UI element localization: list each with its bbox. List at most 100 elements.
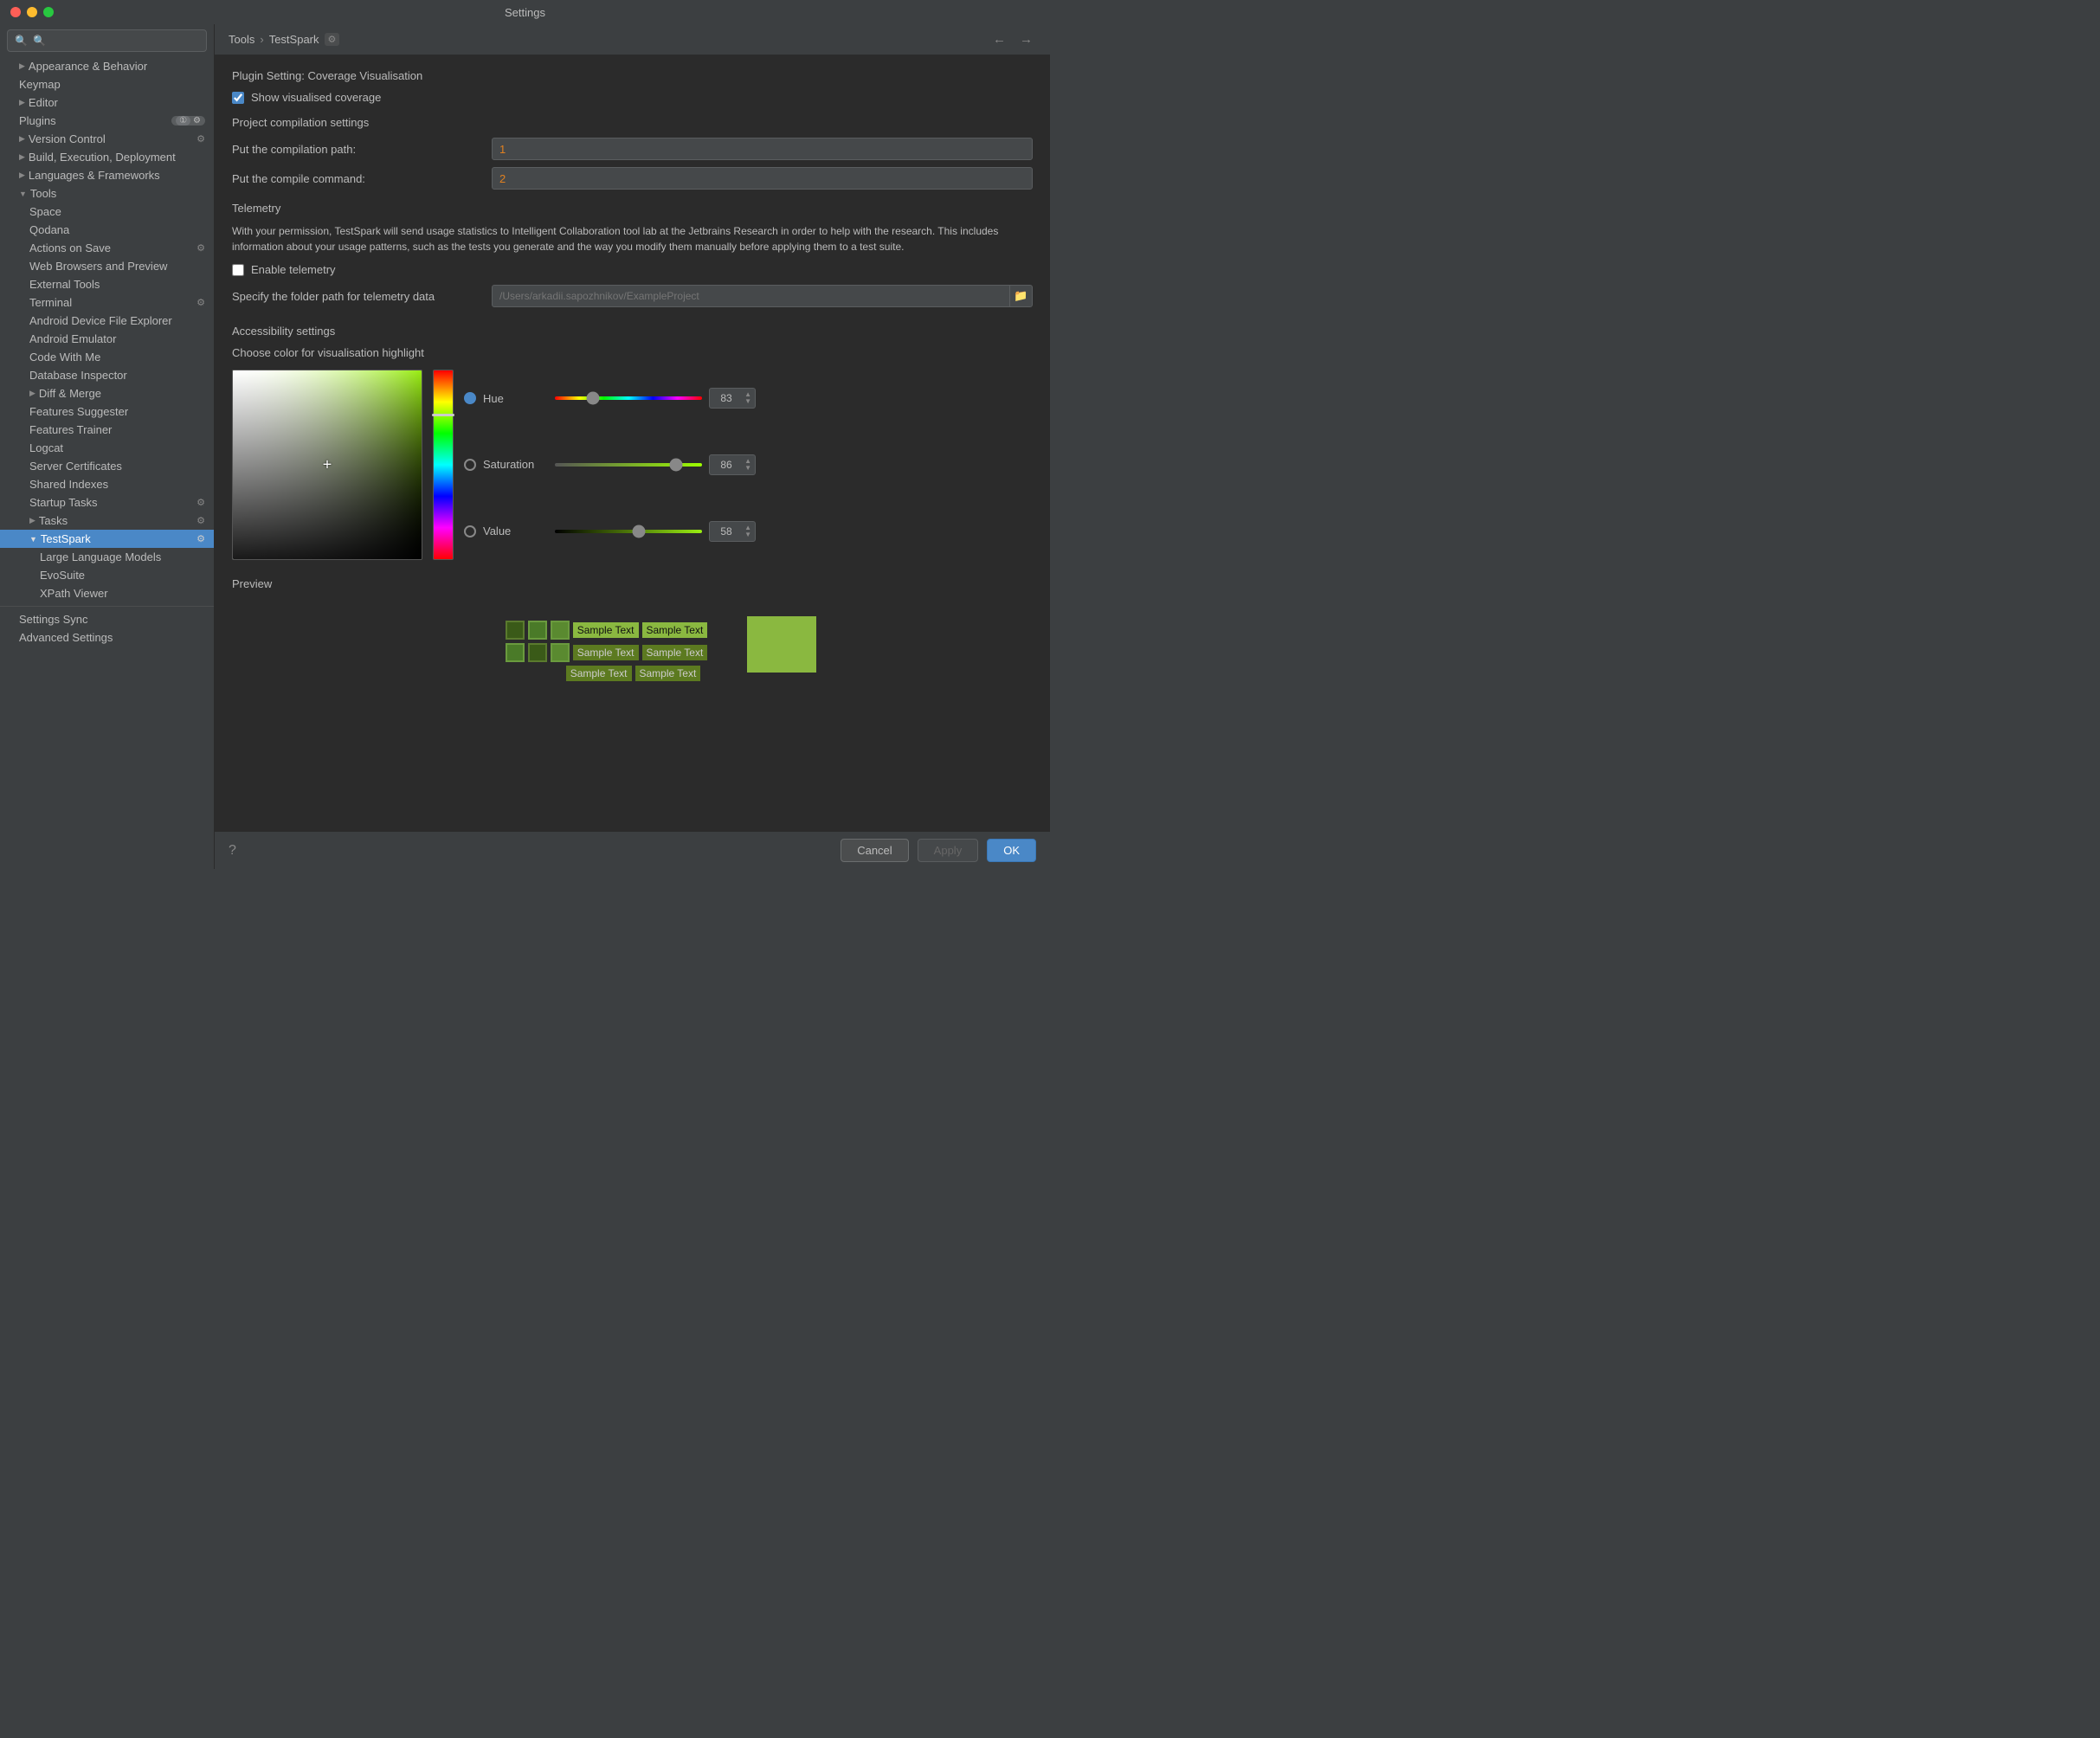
compile-command-row: Put the compile command: — [232, 167, 1033, 190]
hue-radio[interactable] — [464, 392, 476, 404]
help-button[interactable]: ? — [229, 843, 236, 859]
sidebar-item-llm[interactable]: Large Language Models — [0, 548, 214, 566]
collapse-arrow: ▶ — [19, 98, 25, 107]
value-slider[interactable] — [555, 530, 702, 533]
apply-button[interactable]: Apply — [918, 839, 979, 862]
sidebar-item-advanced-settings[interactable]: Advanced Settings — [0, 628, 214, 647]
preview-label: Preview — [232, 577, 1033, 590]
close-button[interactable] — [10, 7, 21, 17]
sidebar-item-plugins[interactable]: Plugins ① ⚙ — [0, 112, 214, 130]
sidebar-item-languages[interactable]: ▶ Languages & Frameworks — [0, 166, 214, 184]
cancel-button[interactable]: Cancel — [841, 839, 908, 862]
sidebar-item-label: Languages & Frameworks — [29, 169, 205, 182]
sidebar-item-external-tools[interactable]: External Tools — [0, 275, 214, 293]
value-down-arrow[interactable]: ▼ — [744, 531, 751, 538]
collapse-arrow: ▶ — [19, 152, 25, 162]
ok-button[interactable]: OK — [987, 839, 1036, 862]
collapse-arrow: ▶ — [19, 171, 25, 180]
hue-value-input[interactable]: 83 — [713, 392, 739, 404]
minimize-button[interactable] — [27, 7, 37, 17]
sidebar-item-web-browsers[interactable]: Web Browsers and Preview — [0, 257, 214, 275]
compile-command-input[interactable] — [492, 167, 1033, 190]
sidebar-item-label: Large Language Models — [40, 550, 205, 563]
enable-telemetry-label[interactable]: Enable telemetry — [251, 263, 336, 276]
sidebar-item-actions-on-save[interactable]: Actions on Save ⚙ — [0, 239, 214, 257]
sidebar-item-editor[interactable]: ▶ Editor — [0, 93, 214, 112]
search-input[interactable] — [33, 35, 199, 47]
hue-slider[interactable] — [555, 396, 702, 400]
sidebar-item-appearance[interactable]: ▶ Appearance & Behavior — [0, 57, 214, 75]
compile-command-label: Put the compile command: — [232, 172, 483, 185]
back-button[interactable]: ← — [989, 30, 1009, 48]
compilation-path-input[interactable] — [492, 138, 1033, 160]
search-icon: 🔍 — [15, 35, 28, 47]
sidebar-item-features-trainer[interactable]: Features Trainer — [0, 421, 214, 439]
sidebar-item-label: Keymap — [19, 78, 205, 91]
breadcrumb-parent[interactable]: Tools — [229, 33, 254, 46]
maximize-button[interactable] — [43, 7, 54, 17]
coverage-box — [528, 621, 547, 640]
show-coverage-label[interactable]: Show visualised coverage — [251, 91, 381, 104]
sidebar-item-label: Appearance & Behavior — [29, 60, 205, 73]
sidebar-item-server-certs[interactable]: Server Certificates — [0, 457, 214, 475]
hue-spinbox[interactable]: 83 ▲ ▼ — [709, 388, 756, 409]
window-controls[interactable] — [10, 7, 54, 17]
value-spinbox[interactable]: 58 ▲ ▼ — [709, 521, 756, 542]
show-coverage-checkbox[interactable] — [232, 92, 244, 104]
sidebar-item-code-with-me[interactable]: Code With Me — [0, 348, 214, 366]
sidebar-item-build[interactable]: ▶ Build, Execution, Deployment — [0, 148, 214, 166]
preview-code: Sample Text Sample Text Sample Text Samp… — [506, 621, 708, 681]
preview-area: Sample Text Sample Text Sample Text Samp… — [232, 599, 1033, 703]
sidebar: 🔍 ▶ Appearance & Behavior Keymap ▶ Edito… — [0, 24, 215, 869]
sidebar-item-vcs[interactable]: ▶ Version Control ⚙ — [0, 130, 214, 148]
saturation-value-input[interactable]: 86 — [713, 459, 739, 471]
coverage-box — [551, 643, 570, 662]
sidebar-item-shared-indexes[interactable]: Shared Indexes — [0, 475, 214, 493]
sidebar-item-features-suggester[interactable]: Features Suggester — [0, 402, 214, 421]
enable-telemetry-checkbox[interactable] — [232, 264, 244, 276]
plugin-count: ① — [176, 116, 190, 126]
telemetry-folder-input[interactable] — [493, 286, 1009, 306]
breadcrumb: Tools › TestSpark ⚙ — [229, 33, 339, 46]
sidebar-item-xpath-viewer[interactable]: XPath Viewer — [0, 584, 214, 602]
sidebar-item-tools[interactable]: ▼ Tools — [0, 184, 214, 203]
sidebar-item-label: Web Browsers and Preview — [29, 260, 205, 273]
saturation-radio[interactable] — [464, 459, 476, 471]
saturation-down-arrow[interactable]: ▼ — [744, 465, 751, 472]
sidebar-item-qodana[interactable]: Qodana — [0, 221, 214, 239]
sidebar-item-evosuite[interactable]: EvoSuite — [0, 566, 214, 584]
sidebar-item-label: Editor — [29, 96, 205, 109]
sidebar-item-keymap[interactable]: Keymap — [0, 75, 214, 93]
preview-row-1: Sample Text Sample Text — [506, 621, 708, 640]
hue-slider-row: Hue 83 ▲ ▼ — [464, 388, 756, 409]
sidebar-item-logcat[interactable]: Logcat — [0, 439, 214, 457]
sidebar-item-android-emulator[interactable]: Android Emulator — [0, 330, 214, 348]
value-radio[interactable] — [464, 525, 476, 537]
hue-strip[interactable] — [433, 370, 454, 560]
sidebar-item-testspark[interactable]: ▼ TestSpark ⚙ — [0, 530, 214, 548]
enable-telemetry-row: Enable telemetry — [232, 263, 1033, 276]
sidebar-item-terminal[interactable]: Terminal ⚙ — [0, 293, 214, 312]
color-gradient-picker[interactable]: + — [232, 370, 422, 560]
scroll-to-icon[interactable]: ⚙ — [325, 33, 340, 46]
hue-down-arrow[interactable]: ▼ — [744, 398, 751, 405]
footer: ? Cancel Apply OK — [215, 831, 1050, 869]
sidebar-item-android-device[interactable]: Android Device File Explorer — [0, 312, 214, 330]
compilation-title: Project compilation settings — [232, 116, 1033, 129]
collapse-arrow: ▶ — [19, 134, 25, 144]
hue-spin-arrows: ▲ ▼ — [744, 391, 751, 405]
search-box[interactable]: 🔍 — [7, 29, 207, 52]
saturation-slider[interactable] — [555, 463, 702, 467]
folder-browse-button[interactable]: 📁 — [1009, 286, 1032, 306]
sidebar-item-space[interactable]: Space — [0, 203, 214, 221]
sidebar-item-diff-merge[interactable]: ▶ Diff & Merge — [0, 384, 214, 402]
value-value-input[interactable]: 58 — [713, 525, 739, 537]
sidebar-item-label: Server Certificates — [29, 460, 205, 473]
sidebar-item-database-inspector[interactable]: Database Inspector — [0, 366, 214, 384]
saturation-spinbox[interactable]: 86 ▲ ▼ — [709, 454, 756, 475]
sidebar-item-tasks[interactable]: ▶ Tasks ⚙ — [0, 512, 214, 530]
sidebar-item-startup-tasks[interactable]: Startup Tasks ⚙ — [0, 493, 214, 512]
sidebar-item-settings-sync[interactable]: Settings Sync — [0, 610, 214, 628]
sample-text-dark: Sample Text — [573, 645, 639, 660]
forward-button[interactable]: → — [1016, 30, 1036, 48]
